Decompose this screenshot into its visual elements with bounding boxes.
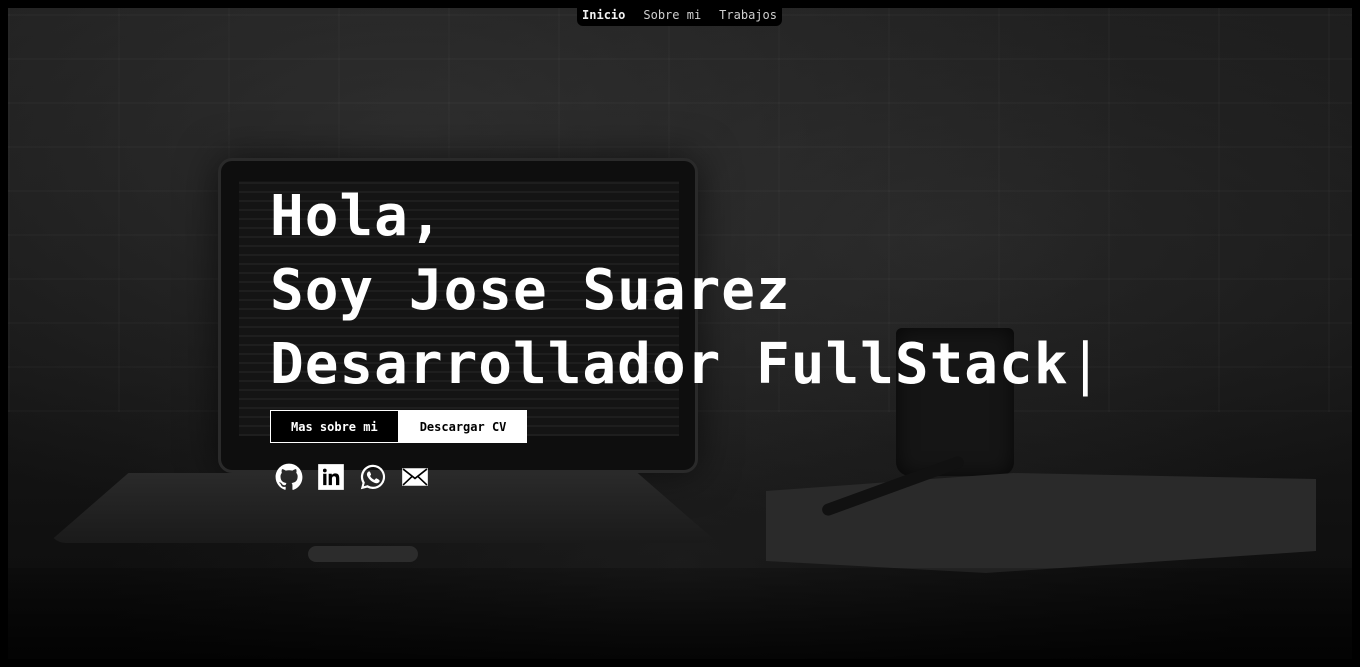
- nav-item-trabajos[interactable]: Trabajos: [719, 8, 777, 22]
- github-icon[interactable]: [273, 461, 304, 492]
- hero-greeting: Hola,: [270, 184, 444, 249]
- typing-cursor: |: [1068, 332, 1104, 397]
- top-nav: Inicio Sobre mi Trabajos: [577, 3, 782, 26]
- whatsapp-icon[interactable]: [357, 461, 388, 492]
- download-cv-button[interactable]: Descargar CV: [398, 410, 528, 443]
- hero-title: Desarrollador FullStack|: [270, 328, 1103, 402]
- table-shadow: [8, 568, 1352, 659]
- laptop-trackpad: [308, 546, 418, 562]
- email-icon[interactable]: [399, 461, 430, 492]
- about-button[interactable]: Mas sobre mi: [270, 410, 399, 443]
- nav-item-inicio[interactable]: Inicio: [582, 8, 625, 22]
- hero-section: Hola, Soy Jose Suarez Desarrollador Full…: [270, 180, 1103, 492]
- social-links: [273, 461, 1103, 492]
- linkedin-icon[interactable]: [315, 461, 346, 492]
- nav-item-sobre-mi[interactable]: Sobre mi: [643, 8, 701, 22]
- hero-buttons: Mas sobre mi Descargar CV: [270, 410, 1103, 443]
- hero-name: Soy Jose Suarez: [270, 258, 791, 323]
- hero-role: Desarrollador FullStack: [270, 332, 1069, 397]
